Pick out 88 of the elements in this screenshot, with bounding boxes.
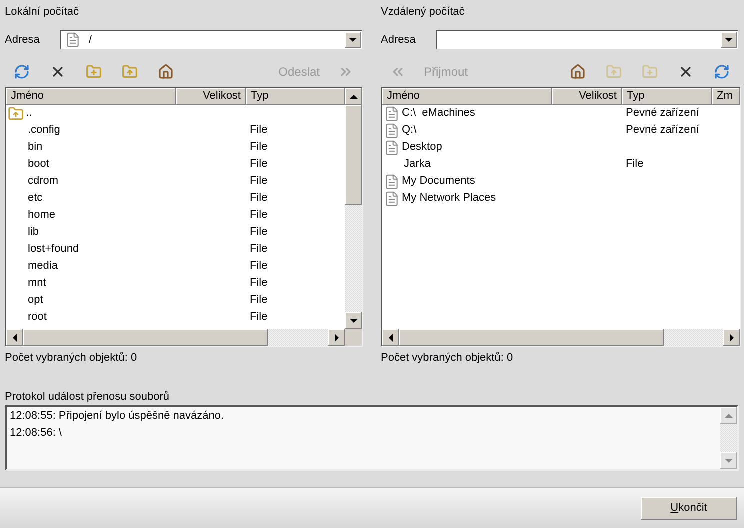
vertical-scrollbar[interactable] <box>720 407 737 469</box>
document-icon <box>384 190 400 206</box>
file-type: File <box>249 259 269 274</box>
log-title: Protokol událost přenosu souborů <box>4 390 170 404</box>
file-name[interactable]: home <box>28 207 56 224</box>
file-type: File <box>249 208 269 224</box>
quit-button[interactable]: Ukončit <box>641 496 737 520</box>
file-type: File <box>249 242 269 258</box>
folder-up-icon <box>122 64 138 80</box>
file-type: Pevné zařízení <box>625 123 700 138</box>
scroll-up-icon <box>350 94 358 98</box>
home-icon <box>158 64 174 80</box>
address-label: Adresa <box>5 32 41 48</box>
scroll-up-icon <box>724 414 732 418</box>
column-header[interactable]: Zm <box>712 88 740 105</box>
horizontal-scrollbar[interactable] <box>6 329 345 346</box>
column-header[interactable]: Jméno <box>382 88 552 105</box>
file-name[interactable]: etc <box>28 190 43 207</box>
file-name[interactable]: C:\ eMachines <box>402 105 476 122</box>
file-name[interactable]: .config <box>28 122 60 139</box>
dropdown-arrow-button[interactable] <box>721 32 737 48</box>
file-type: File <box>249 225 269 240</box>
file-name[interactable]: cdrom <box>28 173 59 190</box>
scrollbar-corner <box>345 329 362 346</box>
caret-icon <box>349 38 357 42</box>
file-name[interactable]: lib <box>28 224 40 241</box>
panel-title: Vzdálený počítač <box>380 4 466 20</box>
dropdown-arrow-button[interactable] <box>345 32 361 48</box>
address-field[interactable]: / <box>60 30 363 50</box>
file-name[interactable]: Desktop <box>402 139 442 156</box>
file-type: File <box>249 191 269 206</box>
folder-up-icon <box>606 64 622 80</box>
file-name[interactable]: media <box>28 258 58 275</box>
document-icon <box>65 32 81 48</box>
file-type: File <box>249 174 269 190</box>
document-icon <box>384 140 400 156</box>
file-name[interactable]: My Network Places <box>402 190 496 207</box>
file-type: File <box>625 157 645 172</box>
scroll-down-icon <box>724 458 732 462</box>
folder-plus-icon <box>642 64 658 80</box>
column-header[interactable]: Jméno <box>6 88 176 105</box>
home-icon <box>570 64 586 80</box>
folder-plus-icon <box>86 64 102 80</box>
selection-status: Počet vybraných objektů: 0 <box>4 350 138 366</box>
file-name[interactable]: lost+found <box>28 241 80 258</box>
file-name[interactable]: root <box>28 309 47 326</box>
file-name[interactable]: My Documents <box>402 173 476 190</box>
log-line: 12:08:56: \ <box>10 426 63 440</box>
scroll-down-icon <box>350 318 358 322</box>
scroll-thumb[interactable] <box>23 329 268 346</box>
file-name[interactable]: opt <box>28 292 44 309</box>
log-line: 12:08:55: Připojení bylo úspěšně navázáno. <box>10 409 226 424</box>
selection-status: Počet vybraných objektů: 0 <box>380 350 514 366</box>
address-field[interactable] <box>436 30 739 50</box>
document-icon <box>384 174 400 190</box>
file-type: File <box>249 310 269 326</box>
file-type: File <box>249 157 269 172</box>
vertical-scrollbar[interactable] <box>345 88 362 329</box>
file-name[interactable]: mnt <box>28 275 46 292</box>
scroll-left-icon <box>388 334 392 342</box>
column-header[interactable]: Typ <box>246 88 345 105</box>
column-header[interactable]: Velikost <box>176 88 246 105</box>
document-icon <box>384 122 400 138</box>
refresh-icon <box>714 64 730 80</box>
file-type: File <box>249 293 269 308</box>
file-type: File <box>249 140 269 156</box>
caret-icon <box>725 38 733 42</box>
address-label: Adresa <box>381 32 417 48</box>
file-name[interactable]: Q:\ <box>402 122 417 139</box>
refresh-icon <box>14 64 30 80</box>
scroll-right-icon <box>730 334 734 342</box>
file-name[interactable]: .. <box>26 105 32 122</box>
file-name[interactable]: Jarka <box>404 156 431 173</box>
file-type: File <box>249 276 269 292</box>
file-type: Pevné zařízení <box>625 106 700 122</box>
scroll-left-icon <box>12 334 16 342</box>
folder-up-icon <box>8 106 24 122</box>
file-name[interactable]: boot <box>28 156 50 173</box>
horizontal-scrollbar[interactable] <box>382 329 740 346</box>
scroll-thumb[interactable] <box>399 329 664 346</box>
scroll-thumb[interactable] <box>345 105 362 205</box>
column-header[interactable]: Velikost <box>552 88 622 105</box>
file-type: File <box>249 123 269 138</box>
file-name[interactable]: bin <box>28 139 43 156</box>
scroll-right-icon <box>334 334 338 342</box>
document-icon <box>384 106 400 122</box>
column-header[interactable]: Typ <box>622 88 712 105</box>
panel-title: Lokální počítač <box>4 4 80 20</box>
